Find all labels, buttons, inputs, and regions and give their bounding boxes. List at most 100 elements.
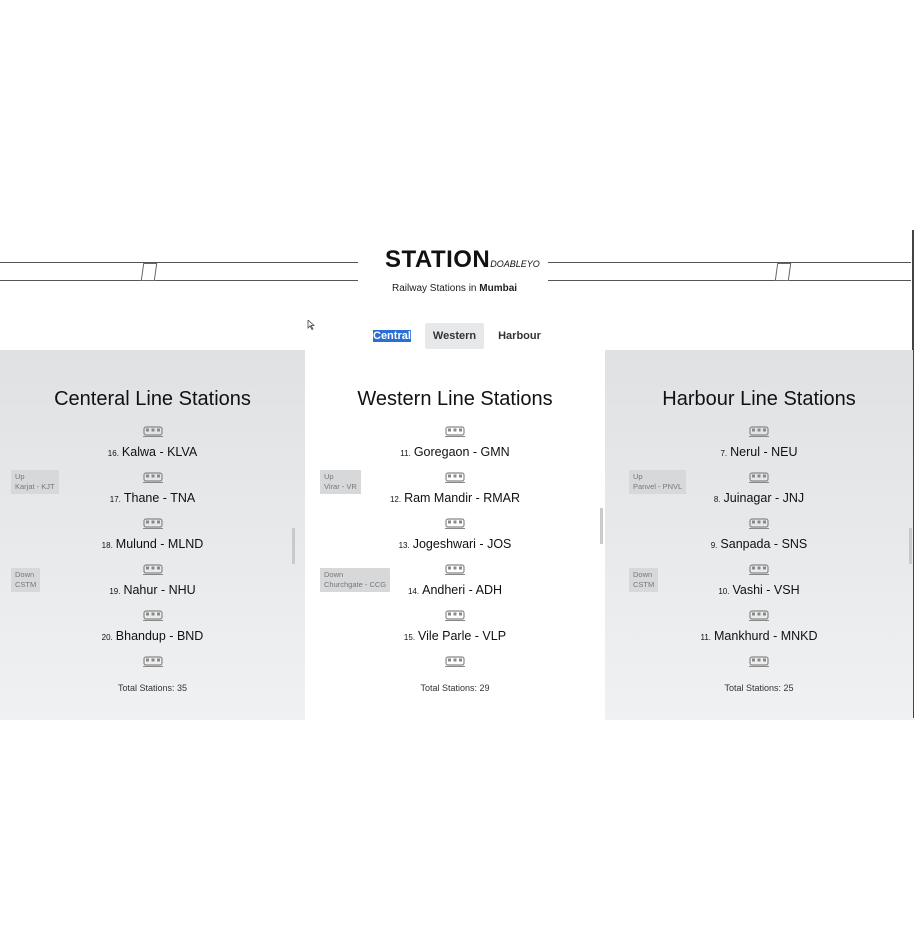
station-number: 13.	[398, 541, 410, 550]
train-icon	[142, 608, 163, 621]
tab-harbour[interactable]: Harbour	[490, 323, 549, 349]
up-label: Up	[15, 472, 25, 481]
up-label: Up	[324, 472, 334, 481]
harbour-line-title: Harbour Line Stations	[662, 388, 856, 410]
station-number: 14.	[407, 587, 420, 596]
station-name: Juinagar - JNJ	[723, 491, 805, 505]
western-line-panel: Western Line Stations 11. Goregaon - GMN 12…	[305, 350, 605, 708]
rail-track-right	[548, 262, 911, 281]
brand-suffix: DOABLEYO	[490, 259, 540, 269]
station-name: Mulund - MLND	[115, 537, 204, 551]
up-direction-tag: Up Karjat - KJT	[11, 470, 59, 494]
station-item[interactable]: 7. Nerul - NEU	[605, 445, 913, 459]
brand-title: STATION	[385, 246, 491, 273]
station-number: 11.	[400, 449, 411, 458]
station-name: Vashi - VSH	[732, 583, 800, 597]
station-item[interactable]: 16. Kalwa - KLVA	[0, 445, 305, 459]
down-terminus: Churchgate - CCG	[324, 580, 387, 589]
station-name: Nerul - NEU	[730, 445, 798, 459]
rail-sleeper-icon	[774, 263, 792, 281]
train-icon	[749, 424, 769, 437]
station-name: Nahur - NHU	[123, 583, 196, 597]
tab-central[interactable]: Central	[365, 323, 419, 349]
station-number: 18.	[101, 541, 113, 550]
station-number: 17.	[109, 495, 121, 504]
station-item[interactable]: 13. Jogeshwari - JOS	[305, 537, 605, 551]
station-number: 16.	[107, 449, 119, 458]
down-terminus: CSTM	[15, 580, 37, 589]
up-terminus: Panvel - PNVL	[633, 482, 683, 491]
station-number: 19.	[109, 587, 121, 596]
western-total-stations: Total Stations: 29	[420, 683, 490, 693]
station-name: Bhandup - BND	[115, 629, 204, 643]
central-total-stations: Total Stations: 35	[117, 683, 188, 693]
station-item[interactable]: 11. Mankhurd - MNKD	[605, 629, 913, 643]
station-number: 9.	[710, 541, 718, 550]
tab-central-label: Central	[373, 330, 411, 342]
station-name: Vile Parle - VLP	[418, 629, 507, 643]
station-item[interactable]: 11. Goregaon - GMN	[305, 445, 605, 459]
station-item[interactable]: 15. Vile Parle - VLP	[305, 629, 605, 643]
station-number: 15.	[403, 633, 416, 642]
up-direction-tag: Up Virar - VR	[320, 470, 361, 494]
station-name: Jogeshwari - JOS	[412, 537, 512, 551]
rail-track-left	[0, 262, 358, 281]
up-terminus: Karjat - KJT	[15, 482, 55, 491]
station-name: Goregaon - GMN	[413, 445, 510, 459]
train-icon	[445, 608, 465, 621]
station-name: Thane - TNA	[123, 491, 196, 505]
line-tabs: Central Western Harbour	[365, 323, 549, 349]
station-number: 8.	[713, 495, 721, 504]
train-icon	[749, 608, 769, 621]
station-item[interactable]: 9. Sanpada - SNS	[605, 537, 913, 551]
harbour-total-stations: Total Stations: 25	[724, 683, 794, 693]
train-icon	[749, 654, 769, 667]
down-label: Down	[15, 570, 35, 579]
station-item[interactable]: 20. Bhandup - BND	[0, 629, 305, 643]
station-number: 10.	[718, 587, 730, 596]
up-terminus: Virar - VR	[324, 482, 357, 491]
up-direction-tag: Up Panvel - PNVL	[629, 470, 687, 494]
station-name: Ram Mandir - RMAR	[404, 491, 521, 505]
station-name: Kalwa - KLVA	[121, 445, 198, 459]
train-icon	[142, 654, 163, 667]
subtitle-city: Mumbai	[479, 283, 518, 294]
rail-sleeper-icon	[140, 263, 158, 281]
central-line-panel: Centeral Line Stations 16. Kalwa - KLVA 17.…	[0, 350, 305, 720]
down-direction-tag: Down CSTM	[11, 568, 41, 592]
station-item[interactable]: 19. Nahur - NHU	[0, 583, 305, 597]
train-icon	[445, 516, 465, 529]
down-label: Down	[633, 570, 653, 579]
down-direction-tag: Down CSTM	[629, 568, 659, 592]
train-icon	[142, 516, 163, 529]
down-label: Down	[324, 570, 344, 579]
station-number: 20.	[101, 633, 113, 642]
train-icon	[142, 470, 163, 483]
station-number: 11.	[700, 633, 712, 642]
central-line-title: Centeral Line Stations	[54, 388, 251, 410]
train-icon	[142, 562, 163, 575]
subtitle-prefix: Railway Stations in	[392, 283, 477, 294]
harbour-line-panel: Harbour Line Stations 7. Nerul - NEU 8. Juin…	[605, 350, 913, 720]
station-name: Mankhurd - MNKD	[714, 629, 818, 643]
panel-scrollbar[interactable]	[909, 528, 912, 564]
up-label: Up	[633, 472, 643, 481]
panel-scrollbar[interactable]	[292, 528, 295, 564]
mouse-cursor-icon	[307, 320, 315, 330]
train-icon	[749, 470, 769, 483]
station-name: Andheri - ADH	[422, 583, 503, 597]
tab-western[interactable]: Western	[424, 323, 485, 349]
down-terminus: CSTM	[633, 580, 655, 589]
station-number: 12.	[389, 495, 402, 504]
station-item[interactable]: 18. Mulund - MLND	[0, 537, 305, 551]
station-name: Sanpada - SNS	[720, 537, 808, 551]
down-direction-tag: Down Churchgate - CCG	[320, 568, 391, 592]
train-icon	[142, 424, 163, 437]
brand-logo[interactable]: STATIONDOABLEYO	[385, 246, 540, 274]
train-icon	[445, 562, 465, 575]
train-icon	[749, 562, 769, 575]
train-icon	[445, 654, 465, 667]
panel-scrollbar[interactable]	[600, 508, 603, 544]
western-line-title: Western Line Stations	[357, 388, 553, 410]
train-icon	[749, 516, 769, 529]
